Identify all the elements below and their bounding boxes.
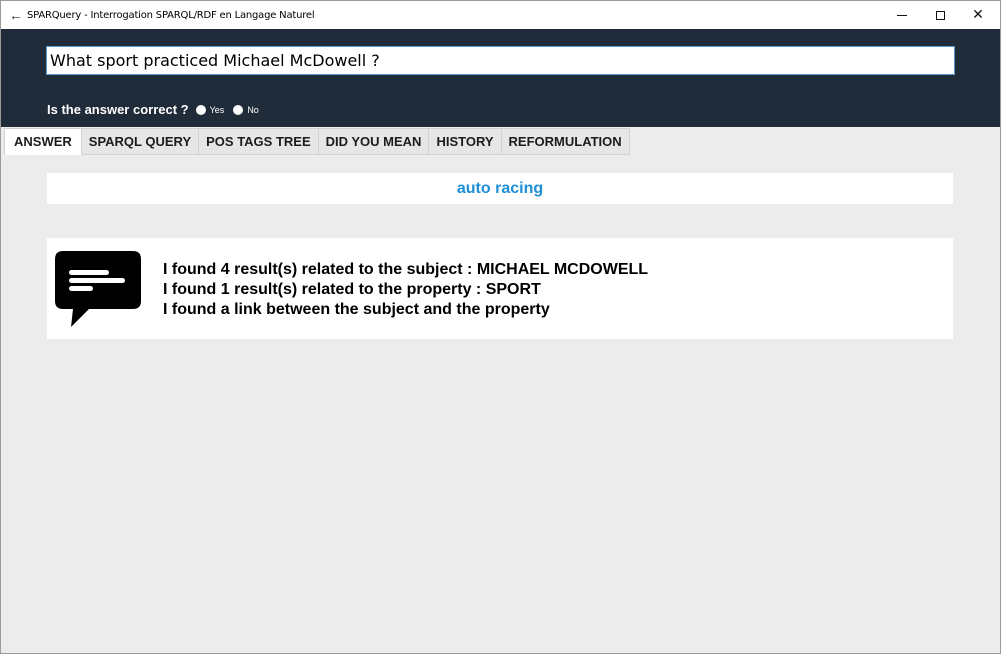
tab-reformulation[interactable]: REFORMULATION <box>501 128 630 155</box>
radio-icon <box>195 104 206 115</box>
chat-bubble-icon <box>55 251 141 327</box>
answer-panel: auto racing I found 4 result(s) related … <box>4 156 999 651</box>
back-arrow-icon[interactable]: ← <box>5 1 27 29</box>
info-message-box: I found 4 result(s) related to the subje… <box>47 238 953 339</box>
tab-answer[interactable]: ANSWER <box>4 128 82 155</box>
feedback-question: Is the answer correct ? <box>47 102 189 117</box>
feedback-no-radio[interactable]: No <box>233 104 259 115</box>
title-bar: ← SPARQuery - Interrogation SPARQL/RDF e… <box>1 1 1000 29</box>
maximize-button[interactable] <box>921 1 959 29</box>
maximize-icon <box>935 10 945 20</box>
info-link-line: I found a link between the subject and t… <box>163 301 550 318</box>
info-property-value: SPORT <box>485 281 541 298</box>
tab-bar: ANSWER SPARQL QUERY POS TAGS TREE DID YO… <box>4 128 630 155</box>
info-property-line: I found 1 result(s) related to the prope… <box>163 280 648 300</box>
info-subject-value: MICHAEL MCDOWELL <box>476 261 649 278</box>
app-window: ← SPARQuery - Interrogation SPARQL/RDF e… <box>0 0 1001 654</box>
feedback-yes-radio[interactable]: Yes <box>195 104 225 115</box>
minimize-icon <box>897 14 907 16</box>
info-subject-line: I found 4 result(s) related to the subje… <box>163 260 648 280</box>
tab-pos-tags-tree[interactable]: POS TAGS TREE <box>199 128 319 155</box>
answer-feedback: Is the answer correct ? Yes No <box>47 102 268 117</box>
close-button[interactable]: ✕ <box>959 1 997 29</box>
tab-history[interactable]: HISTORY <box>429 128 502 155</box>
minimize-button[interactable] <box>883 1 921 29</box>
radio-icon <box>233 104 244 115</box>
query-header: Is the answer correct ? Yes No <box>1 29 1000 127</box>
window-title: SPARQuery - Interrogation SPARQL/RDF en … <box>27 9 315 21</box>
answer-value: auto racing <box>456 179 544 197</box>
info-subject-prefix: I found 4 result(s) related to the subje… <box>163 261 477 278</box>
tab-did-you-mean[interactable]: DID YOU MEAN <box>318 128 430 155</box>
question-input[interactable] <box>46 46 955 75</box>
info-lines: I found 4 result(s) related to the subje… <box>163 260 648 320</box>
feedback-no-label: No <box>247 104 259 115</box>
close-icon: ✕ <box>972 7 984 23</box>
answer-result-box: auto racing <box>47 173 953 204</box>
feedback-yes-label: Yes <box>209 104 225 115</box>
tab-sparql-query[interactable]: SPARQL QUERY <box>81 128 200 155</box>
info-property-prefix: I found 1 result(s) related to the prope… <box>163 281 486 298</box>
